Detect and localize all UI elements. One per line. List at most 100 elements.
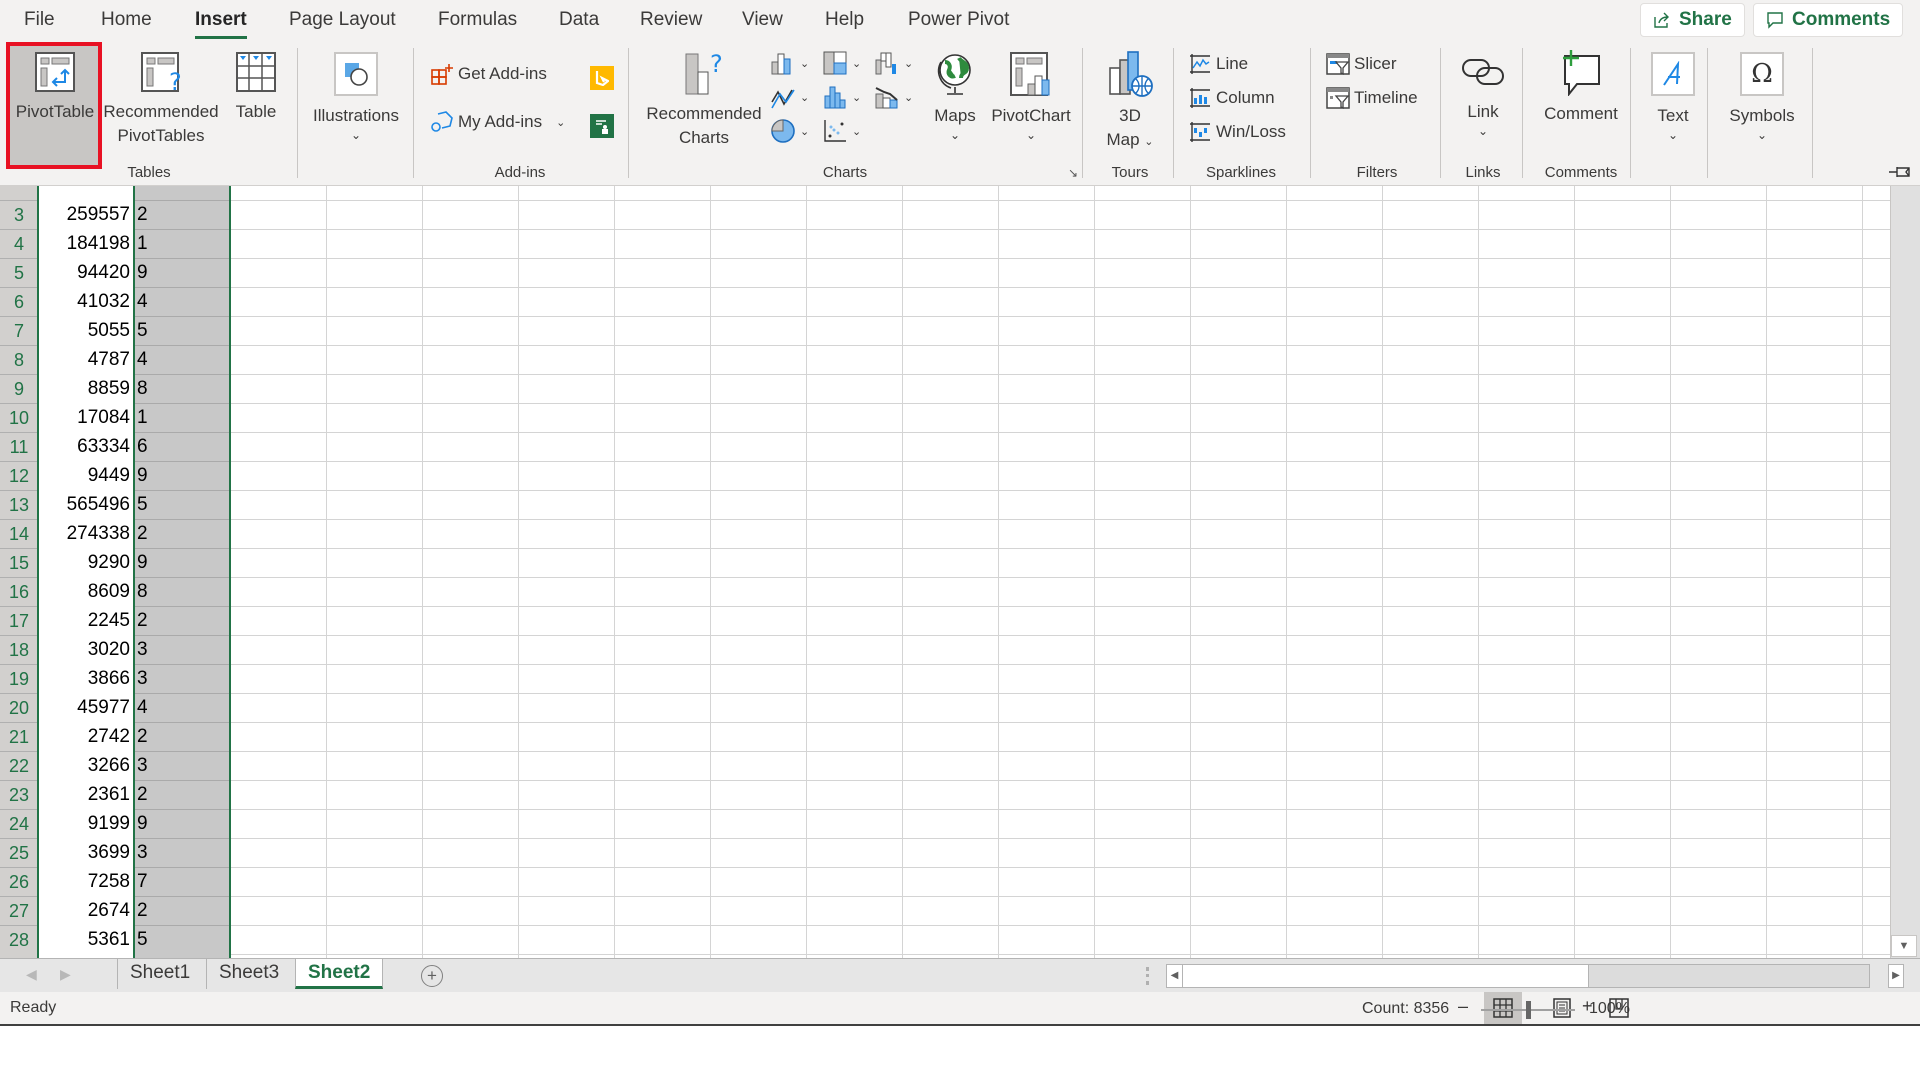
new-comment-button[interactable]: Comment (1528, 46, 1634, 126)
cell-a[interactable]: 5055 (38, 317, 133, 346)
scroll-left-arrow-icon[interactable]: ◀ (1167, 965, 1183, 987)
row-header[interactable]: 13 (0, 491, 38, 520)
cell-a[interactable]: 7258 (38, 868, 133, 897)
column-chart-button[interactable]: ⌄ (770, 50, 809, 76)
row-header[interactable]: 15 (0, 549, 38, 578)
cell-a[interactable]: 8859 (38, 375, 133, 404)
cell-a[interactable]: 45977 (38, 694, 133, 723)
row-header[interactable]: 27 (0, 897, 38, 926)
cell-b[interactable]: 2 (135, 781, 230, 810)
tab-split-handle[interactable] (1146, 967, 1149, 985)
cell-a[interactable] (38, 186, 133, 201)
illustrations-button[interactable]: Illustrations ⌄ (308, 46, 404, 142)
row-header[interactable]: 10 (0, 404, 38, 433)
cell-b[interactable]: 6 (135, 433, 230, 462)
pin-ribbon-icon[interactable] (1888, 164, 1912, 185)
symbols-button[interactable]: Ω Symbols ⌄ (1714, 46, 1810, 142)
recommended-pivottables-button[interactable]: ? Recommended PivotTables (102, 46, 220, 148)
cell-a[interactable]: 3020 (38, 636, 133, 665)
cell-a[interactable]: 2674 (38, 897, 133, 926)
timeline-button[interactable]: Timeline (1326, 86, 1418, 110)
scroll-down-arrow-icon[interactable]: ▼ (1891, 935, 1917, 957)
row-header[interactable]: 17 (0, 607, 38, 636)
bing-maps-icon[interactable] (590, 66, 614, 90)
cell-b[interactable]: 1 (135, 230, 230, 259)
zoom-level[interactable]: 100% (1589, 1000, 1659, 1018)
zoom-slider-thumb[interactable] (1526, 1001, 1531, 1019)
row-header[interactable]: 26 (0, 868, 38, 897)
cell-b[interactable]: 8 (135, 578, 230, 607)
cell-b[interactable]: 2 (135, 201, 230, 230)
cell-b[interactable]: 3 (135, 636, 230, 665)
row-header[interactable]: 5 (0, 259, 38, 288)
row-header[interactable]: 3 (0, 201, 38, 230)
my-addins-button[interactable]: My Add-ins ⌄ (430, 110, 565, 134)
line-chart-button[interactable]: ⌄ (770, 84, 809, 110)
row-header[interactable]: 25 (0, 839, 38, 868)
cell-b[interactable]: 2 (135, 607, 230, 636)
sheet-tab-sheet3[interactable]: Sheet3 (206, 959, 291, 989)
combo-chart-button[interactable]: ⌄ (874, 84, 913, 110)
normal-view-button[interactable] (1484, 992, 1522, 1024)
sheet-tab-sheet1[interactable]: Sheet1 (117, 959, 202, 989)
tab-view[interactable]: View (742, 9, 783, 31)
tab-review[interactable]: Review (640, 9, 702, 31)
sheet-nav-prev-icon[interactable]: ◀ (26, 966, 37, 983)
cell-a[interactable]: 63334 (38, 433, 133, 462)
cell-b[interactable]: 3 (135, 839, 230, 868)
row-header[interactable]: 12 (0, 462, 38, 491)
row-header[interactable]: 18 (0, 636, 38, 665)
cell-b[interactable]: 8 (135, 375, 230, 404)
tab-help[interactable]: Help (825, 9, 864, 31)
cell-b[interactable]: 3 (135, 752, 230, 781)
cell-a[interactable]: 17084 (38, 404, 133, 433)
scroll-right-arrow-icon[interactable]: ▶ (1888, 964, 1904, 988)
tab-data[interactable]: Data (559, 9, 599, 31)
cell-a[interactable]: 3266 (38, 752, 133, 781)
charts-dialog-launcher-icon[interactable]: ↘ (1068, 166, 1078, 180)
people-graph-icon[interactable] (590, 114, 614, 138)
row-header[interactable]: 4 (0, 230, 38, 259)
share-button[interactable]: Share (1640, 3, 1745, 37)
cell-a[interactable] (38, 951, 133, 958)
cell-b[interactable]: 2 (135, 723, 230, 752)
cell-b[interactable]: 3 (135, 665, 230, 694)
cell-b[interactable]: 2 (135, 520, 230, 549)
tab-home[interactable]: Home (101, 9, 152, 31)
recommended-charts-button[interactable]: ? Recommended Charts (640, 46, 768, 150)
cell-b[interactable] (135, 951, 230, 958)
cell-b[interactable]: 9 (135, 259, 230, 288)
hierarchy-chart-button[interactable]: ⌄ (822, 50, 861, 76)
row-header[interactable]: 23 (0, 781, 38, 810)
worksheet-grid[interactable]: 3 259557 2 4 184198 1 5 94420 9 6 41032 4 7 5055 5 8 478… (0, 186, 1890, 958)
pivottable-button[interactable]: PivotTable (10, 46, 100, 124)
cell-a[interactable]: 565496 (38, 491, 133, 520)
cell-a[interactable]: 3866 (38, 665, 133, 694)
page-layout-view-button[interactable] (1543, 992, 1581, 1024)
horizontal-scrollbar[interactable]: ◀ (1166, 964, 1870, 988)
cell-a[interactable]: 41032 (38, 288, 133, 317)
cell-b[interactable]: 5 (135, 491, 230, 520)
row-header[interactable]: 19 (0, 665, 38, 694)
cell-a[interactable]: 9199 (38, 810, 133, 839)
waterfall-chart-button[interactable]: ⌄ (874, 50, 913, 76)
cell-b[interactable]: 1 (135, 404, 230, 433)
row-header[interactable]: 14 (0, 520, 38, 549)
sheet-nav-next-icon[interactable]: ▶ (60, 966, 71, 983)
cell-a[interactable]: 94420 (38, 259, 133, 288)
vertical-scrollbar[interactable] (1890, 186, 1920, 958)
get-addins-button[interactable]: Get Add-ins (430, 62, 547, 86)
cell-b[interactable]: 9 (135, 810, 230, 839)
sheet-tab-sheet2[interactable]: Sheet2 (295, 959, 384, 989)
cell-b[interactable]: 4 (135, 346, 230, 375)
chevron-down-icon[interactable]: ⌄ (556, 116, 565, 129)
table-button[interactable]: Table (226, 46, 286, 124)
cell-b[interactable]: 4 (135, 694, 230, 723)
cell-a[interactable]: 9290 (38, 549, 133, 578)
tab-page-layout[interactable]: Page Layout (289, 9, 396, 31)
row-header[interactable]: 9 (0, 375, 38, 404)
cell-b[interactable]: 9 (135, 462, 230, 491)
row-header[interactable]: 6 (0, 288, 38, 317)
cell-b[interactable] (135, 186, 230, 201)
row-header[interactable]: 20 (0, 694, 38, 723)
